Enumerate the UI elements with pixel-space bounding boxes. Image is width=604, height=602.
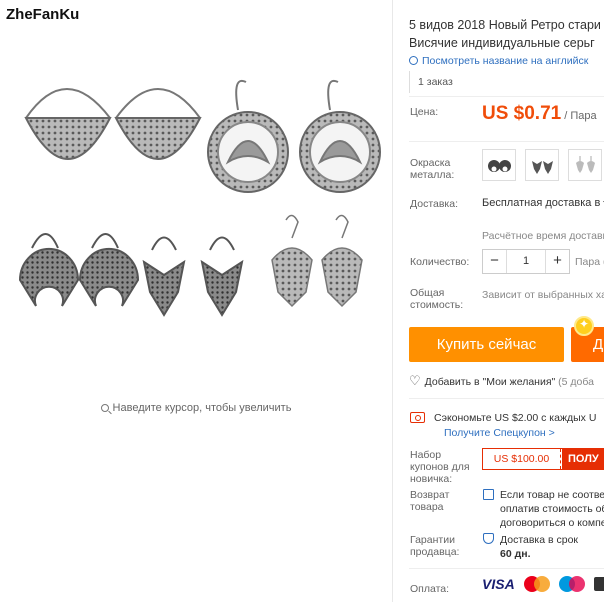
earring-leaf-right — [200, 236, 244, 317]
coupon-label-line2: купонов для — [410, 461, 470, 473]
newbie-coupon[interactable]: US $100.00 ПОЛУ — [482, 448, 604, 470]
returns-line1: Если товар не соответ — [500, 489, 604, 501]
total-label-line1: Общая — [410, 287, 445, 299]
quantity-label: Количество: — [410, 256, 470, 268]
product-details-panel: 5 видов 2018 Новый Ретро стари Висячие и… — [400, 0, 604, 602]
add-to-wishlist[interactable]: ♡ Добавить в "Мои желания" (5 доба — [409, 373, 594, 389]
maestro-icon — [558, 576, 585, 592]
quantity-unit: Пара ( — [575, 256, 604, 268]
return-icon — [483, 489, 494, 500]
divider-line — [409, 568, 604, 569]
payment-methods: VISA — [482, 576, 604, 592]
returns-text: Если товар не соответ оплатив стоимость … — [500, 488, 604, 530]
earring-chandelier-right — [321, 214, 363, 308]
guarantee-label-line2: продавца: — [410, 546, 460, 558]
earring-crescent-left — [24, 88, 112, 160]
total-label: Общая стоимость: — [410, 287, 463, 311]
card-icon — [593, 577, 604, 591]
earring-crescent-right — [114, 88, 202, 160]
earring-horseshoe-left — [18, 233, 80, 307]
returns-label-line1: Возврат — [410, 489, 450, 501]
guarantee-line2: 60 дн. — [500, 548, 531, 560]
buy-now-button[interactable]: Купить сейчас — [409, 327, 564, 362]
watermark: ZheFanKu — [6, 6, 80, 23]
globe-icon — [409, 56, 418, 65]
total-note: Зависит от выбранных ха — [482, 289, 604, 301]
color-label: Окраска металла: — [410, 157, 454, 181]
color-swatch-3[interactable] — [568, 149, 603, 181]
get-coupon-link[interactable]: Получите Спецкупон > — [444, 427, 555, 439]
translate-link[interactable]: Посмотреть название на английск — [409, 55, 588, 67]
zoom-hint-text: Наведите курсор, чтобы увеличить — [112, 402, 292, 414]
color-swatch-2[interactable] — [525, 149, 560, 181]
price-unit: / Пара — [564, 110, 597, 122]
coupon-label-line1: Набор — [410, 449, 442, 461]
returns-line2: оплатив стоимость об — [500, 503, 604, 515]
price-label: Цена: — [410, 106, 439, 118]
quantity-decrement-button[interactable]: − — [483, 250, 507, 273]
coupon-label-line3: новичка: — [410, 473, 453, 485]
guarantee-line1: Доставка в срок — [500, 534, 579, 546]
translate-link-label: Посмотреть название на английск — [422, 55, 589, 67]
product-gallery: ZheFanKu Наведите курсор, чтобы увеличит… — [0, 0, 392, 602]
earring-lotus-left — [207, 79, 289, 193]
guarantee-label-line1: Гарантии — [410, 534, 455, 546]
visa-icon: VISA — [482, 576, 515, 592]
earring-leaf-left — [142, 236, 186, 317]
wishlist-label: Добавить в "Мои желания" — [424, 376, 556, 388]
mastercard-icon — [523, 576, 550, 592]
panel-divider — [392, 0, 393, 602]
heart-icon: ♡ — [409, 373, 421, 388]
shipping-label: Доставка: — [410, 198, 459, 210]
wishlist-count: (5 доба — [558, 376, 595, 388]
shipping-method-select[interactable]: Бесплатная доставка в — [482, 197, 604, 209]
coupon-value: US $100.00 — [483, 449, 561, 469]
zoom-hint: Наведите курсор, чтобы увеличить — [0, 402, 392, 414]
returns-label-line2: товара — [410, 501, 444, 513]
product-title: 5 видов 2018 Новый Ретро стари Висячие и… — [409, 16, 604, 52]
shipping-method: Бесплатная доставка в — [482, 197, 601, 209]
magnifier-icon — [100, 404, 109, 412]
product-title-line1: 5 видов 2018 Новый Ретро стари — [409, 18, 601, 32]
guarantee-text: Доставка в срок 60 дн. — [500, 533, 578, 561]
coupon-label: Набор купонов для новичка: — [410, 449, 470, 485]
get-coupon-button[interactable]: ПОЛУ — [562, 449, 604, 469]
product-image[interactable] — [10, 70, 382, 330]
divider-line — [409, 96, 604, 97]
price-amount: US $0.71 — [482, 103, 562, 124]
color-swatch-1[interactable] — [482, 149, 516, 181]
savings-text: Сэкономьте US $2.00 с каждых U — [434, 412, 597, 424]
total-label-line2: стоимость: — [410, 299, 464, 311]
product-title-line2: Висячие индивидуальные серьг — [409, 36, 595, 50]
coupon-icon — [410, 412, 425, 423]
color-label-line2: металла: — [410, 169, 455, 181]
guarantee-label: Гарантии продавца: — [410, 534, 459, 558]
quantity-stepper: − 1 + — [482, 249, 570, 274]
payment-label: Оплата: — [410, 583, 450, 595]
earring-chandelier-left — [271, 214, 313, 308]
quantity-input[interactable]: 1 — [507, 250, 545, 273]
divider-line — [409, 141, 604, 142]
returns-line3: договориться о компе — [500, 517, 604, 529]
shipping-time: Расчётное время доставки — [482, 230, 604, 242]
price: US $0.71/ Пара — [482, 103, 597, 125]
coin-icon — [574, 316, 594, 336]
orders-count: 1 заказ — [409, 71, 453, 93]
returns-label: Возврат товара — [410, 489, 449, 513]
shield-icon — [483, 533, 494, 544]
earring-horseshoe-right — [78, 233, 140, 307]
quantity-increment-button[interactable]: + — [545, 250, 569, 273]
divider-line — [409, 398, 604, 399]
color-swatches — [482, 149, 604, 184]
color-label-line1: Окраска — [410, 157, 451, 169]
earring-lotus-right — [299, 79, 381, 193]
